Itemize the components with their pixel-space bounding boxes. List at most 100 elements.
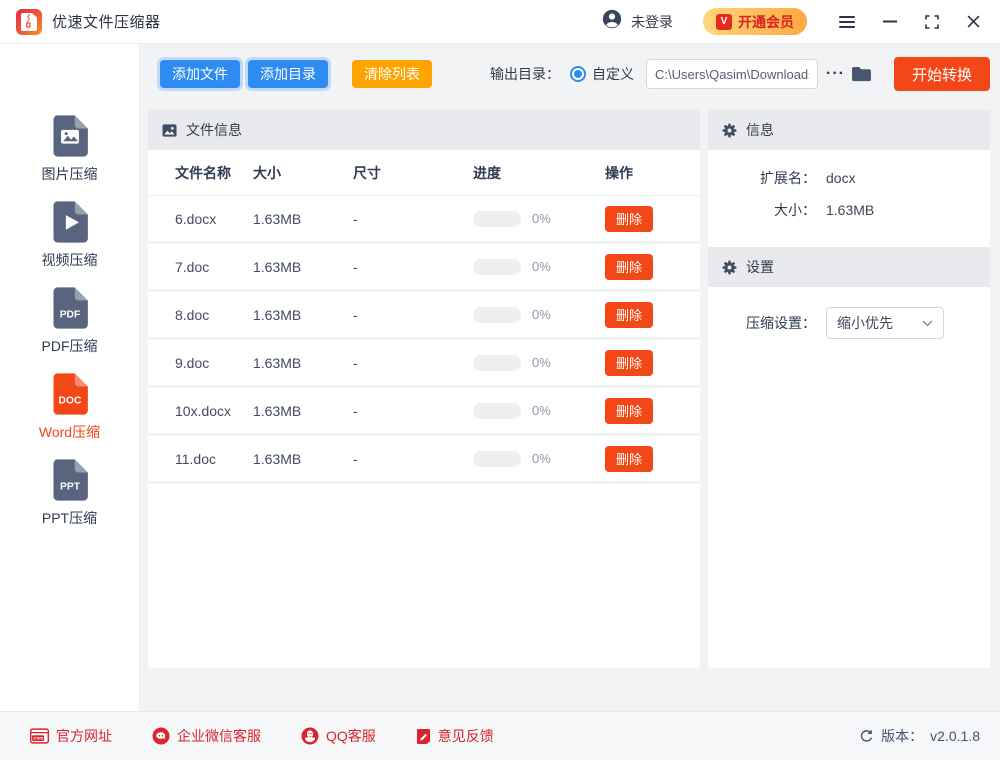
delete-button[interactable]: 删除 [605,253,653,280]
table-row: 9.doc 1.63MB - 0% 删除 [148,340,700,388]
progress-bar [473,306,521,323]
add-file-button[interactable]: 添加文件 [160,60,240,88]
column-header-dimensions: 尺寸 [353,164,381,181]
output-path-input[interactable] [646,59,818,89]
sidebar-item-label: 视频压缩 [41,252,98,268]
progress-text: 0% [532,259,551,274]
maximize-icon[interactable] [923,13,941,31]
open-folder-icon[interactable] [851,66,872,83]
start-convert-button[interactable]: 开始转换 [893,57,990,91]
clear-list-button[interactable]: 清除列表 [352,60,432,88]
website-icon: .com [30,728,49,744]
delete-button[interactable]: 删除 [605,205,653,232]
vip-icon: V [716,13,732,30]
progress-text: 0% [532,403,551,418]
column-header-filename: 文件名称 [175,164,231,181]
app-body: 图片压缩 视频压缩 PDF PDF压缩 DOC Word压缩 PPT PPT压缩… [0,44,1000,711]
cell-size: 1.63MB [253,258,302,275]
browse-more-button[interactable]: ··· [826,65,845,83]
cell-dimensions: - [353,306,358,323]
close-icon[interactable] [965,13,982,30]
svg-text:DOC: DOC [58,396,81,407]
cell-size: 1.63MB [253,354,302,371]
sidebar-item-video-compress[interactable]: 视频压缩 [0,192,139,278]
delete-button[interactable]: 删除 [605,397,653,424]
info-settings-panel: 信息 扩展名： docx 大小： 1.63MB 设置 压缩设置： 缩小优先 [708,110,990,668]
sidebar: 图片压缩 视频压缩 PDF PDF压缩 DOC Word压缩 PPT PPT压缩 [0,44,140,711]
image-file-icon [53,115,88,157]
progress-text: 0% [532,355,551,370]
progress-text: 0% [532,211,551,226]
app-logo-icon [16,8,42,35]
output-directory-group: 输出目录： 自定义 ··· 开始转换 [490,57,990,91]
info-section-body: 扩展名： docx 大小： 1.63MB [708,150,990,247]
sidebar-item-word-compress[interactable]: DOC Word压缩 [0,364,139,450]
official-website-link[interactable]: .com 官方网址 [30,726,112,746]
file-panel-title: 文件信息 [186,122,242,138]
toolbar: 添加文件 添加目录 清除列表 输出目录： 自定义 ··· 开始转换 [140,44,1000,110]
cell-size: 1.63MB [253,210,302,227]
info-section-title: 信息 [746,122,774,138]
table-row: 10x.docx 1.63MB - 0% 删除 [148,388,700,436]
table-row: 8.doc 1.63MB - 0% 删除 [148,292,700,340]
gear-icon [722,259,737,275]
table-header-row: 文件名称 大小 尺寸 进度 操作 [148,150,700,196]
column-header-size: 大小 [253,164,281,181]
footer-link-label: 意见反馈 [437,728,494,744]
custom-radio[interactable] [570,66,586,82]
user-account-area[interactable]: 未登录 [601,8,673,35]
feedback-link[interactable]: 意见反馈 [416,726,494,746]
picture-icon [162,123,177,137]
footer-link-label: 官方网址 [56,728,112,744]
compress-mode-select[interactable]: 缩小优先 [826,307,944,339]
version-label: 版本： [881,728,924,744]
wechat-support-link[interactable]: 企业微信客服 [152,726,261,746]
progress-bar [473,450,521,467]
info-section-header: 信息 [708,110,990,150]
custom-radio-label[interactable]: 自定义 [592,64,634,84]
filesize-label: 大小： [774,202,816,218]
qq-support-link[interactable]: QQ客服 [301,726,376,746]
extension-label: 扩展名： [760,170,816,186]
cell-size: 1.63MB [253,402,302,419]
wechat-icon [152,727,170,745]
ppt-file-icon: PPT [53,459,88,501]
add-directory-button[interactable]: 添加目录 [248,60,328,88]
progress-text: 0% [532,307,551,322]
sidebar-item-pdf-compress[interactable]: PDF PDF压缩 [0,278,139,364]
delete-button[interactable]: 删除 [605,445,653,472]
gear-icon [722,122,737,138]
sidebar-item-label: PDF压缩 [41,338,98,354]
chevron-down-icon [922,319,933,327]
settings-section-title: 设置 [746,259,774,275]
sidebar-item-image-compress[interactable]: 图片压缩 [0,106,139,192]
delete-button[interactable]: 删除 [605,301,653,328]
footer-bar: .com 官方网址 企业微信客服 QQ客服 意见反馈 版本： v2.0.1.8 [0,711,1000,760]
open-vip-button[interactable]: V 开通会员 [703,8,807,35]
table-row: 11.doc 1.63MB - 0% 删除 [148,436,700,484]
progress-bar [473,354,521,371]
version-info: 版本： v2.0.1.8 [859,726,980,746]
user-avatar-icon [601,8,623,35]
menu-icon[interactable] [837,14,857,30]
sidebar-item-label: Word压缩 [38,424,101,440]
cell-dimensions: - [353,450,358,467]
extension-value: docx [826,170,856,186]
progress-bar [473,402,521,419]
svg-text:.com: .com [33,736,43,741]
settings-section-body: 压缩设置： 缩小优先 [708,287,990,668]
content-area: 文件信息 文件名称 大小 尺寸 进度 操作 6.docx 1.63MB - 0%… [140,110,1000,711]
sidebar-item-ppt-compress[interactable]: PPT PPT压缩 [0,450,139,536]
progress-bar [473,258,521,275]
cell-dimensions: - [353,258,358,275]
table-row: 7.doc 1.63MB - 0% 删除 [148,244,700,292]
cell-dimensions: - [353,402,358,419]
delete-button[interactable]: 删除 [605,349,653,376]
svg-text:PDF: PDF [59,310,80,321]
login-status[interactable]: 未登录 [631,12,673,32]
minimize-icon[interactable] [881,18,899,25]
cell-filename: 7.doc [175,258,210,275]
doc-file-icon: DOC [53,373,88,415]
video-file-icon [53,201,88,243]
version-value: v2.0.1.8 [930,728,980,744]
